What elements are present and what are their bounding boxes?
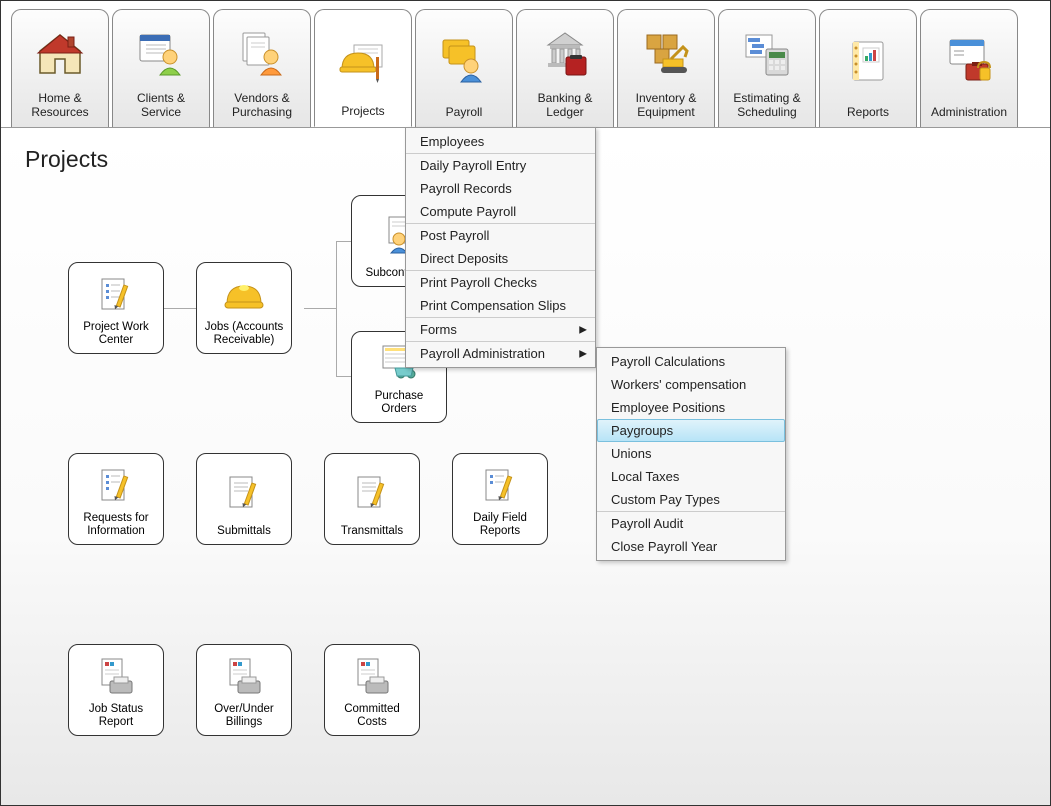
- node-label: Transmittals: [341, 525, 403, 538]
- submenu-unions[interactable]: Unions: [597, 442, 785, 465]
- submenu-employee-positions[interactable]: Employee Positions: [597, 396, 785, 419]
- node-label: Project Work Center: [73, 321, 159, 347]
- report-printer-icon: [95, 656, 137, 698]
- content-area: Projects Project Work Center Jobs (Accou…: [1, 128, 1050, 805]
- node-project-work-center[interactable]: Project Work Center: [68, 262, 164, 354]
- node-committed-costs[interactable]: Committed Costs: [324, 644, 420, 736]
- payroll-menu: Employees Daily Payroll Entry Payroll Re…: [405, 127, 596, 368]
- report-printer-icon: [223, 656, 265, 698]
- tab-reports[interactable]: Reports: [819, 9, 917, 127]
- document-pencil-icon: [95, 465, 137, 507]
- document-pencil-icon: [223, 472, 265, 514]
- submenu-custom-pay-types[interactable]: Custom Pay Types: [597, 488, 785, 511]
- report-printer-icon: [351, 656, 393, 698]
- tab-label: Reports: [847, 105, 889, 119]
- tab-label: Administration: [931, 105, 1007, 119]
- submenu-close-payroll-year[interactable]: Close Payroll Year: [597, 535, 785, 558]
- notebook-icon: [843, 36, 893, 86]
- calendar-person-icon: [136, 29, 186, 79]
- submenu-local-taxes[interactable]: Local Taxes: [597, 465, 785, 488]
- node-label: Jobs (Accounts Receivable): [201, 321, 287, 347]
- tab-label: Inventory &Equipment: [636, 91, 697, 119]
- menu-daily-payroll-entry[interactable]: Daily Payroll Entry: [406, 153, 595, 177]
- main-toolbar: Home &Resources Clients &Service: [1, 1, 1050, 128]
- node-daily-field-reports[interactable]: Daily Field Reports: [452, 453, 548, 545]
- tab-home-resources[interactable]: Home &Resources: [11, 9, 109, 127]
- submenu-payroll-calculations[interactable]: Payroll Calculations: [597, 350, 785, 373]
- node-requests-for-information[interactable]: Requests for Information: [68, 453, 164, 545]
- node-label: Daily Field Reports: [457, 512, 543, 538]
- menu-payroll-admin-label: Payroll Administration: [420, 346, 545, 361]
- node-label: Committed Costs: [329, 703, 415, 729]
- tab-payroll[interactable]: Payroll: [415, 9, 513, 127]
- hardhat-icon: [223, 274, 265, 316]
- tab-inventory-equipment[interactable]: Inventory &Equipment: [617, 9, 715, 127]
- tab-projects[interactable]: Projects: [314, 9, 412, 127]
- payroll-admin-submenu: Payroll Calculations Workers' compensati…: [596, 347, 786, 561]
- bank-ledger-icon: [540, 29, 590, 79]
- node-label: Purchase Orders: [356, 390, 442, 416]
- tab-label: Payroll: [446, 105, 483, 119]
- tab-administration[interactable]: Administration: [920, 9, 1018, 127]
- house-icon: [35, 29, 85, 79]
- tab-label: Banking &Ledger: [538, 91, 593, 119]
- hardhat-blueprint-icon: [338, 35, 388, 85]
- menu-payroll-administration[interactable]: Payroll Administration ▶: [406, 341, 595, 365]
- folders-person-icon: [439, 36, 489, 86]
- document-pencil-icon: [479, 465, 521, 507]
- chevron-right-icon: ▶: [579, 324, 587, 335]
- menu-employees[interactable]: Employees: [406, 130, 595, 153]
- tab-banking-ledger[interactable]: Banking &Ledger: [516, 9, 614, 127]
- menu-direct-deposits[interactable]: Direct Deposits: [406, 247, 595, 270]
- boxes-excavator-icon: [641, 29, 691, 79]
- window-toolbox-lock-icon: [944, 36, 994, 86]
- documents-person-icon: [237, 29, 287, 79]
- node-submittals[interactable]: Submittals: [196, 453, 292, 545]
- tab-label: Clients &Service: [137, 91, 185, 119]
- tab-label: Projects: [341, 104, 384, 118]
- submenu-payroll-audit[interactable]: Payroll Audit: [597, 511, 785, 535]
- document-pencil-icon: [351, 472, 393, 514]
- submenu-paygroups[interactable]: Paygroups: [597, 419, 785, 442]
- tab-vendors-purchasing[interactable]: Vendors &Purchasing: [213, 9, 311, 127]
- menu-forms[interactable]: Forms ▶: [406, 317, 595, 341]
- menu-print-comp-slips[interactable]: Print Compensation Slips: [406, 294, 595, 317]
- chevron-right-icon: ▶: [579, 348, 587, 359]
- menu-post-payroll[interactable]: Post Payroll: [406, 223, 595, 247]
- menu-compute-payroll[interactable]: Compute Payroll: [406, 200, 595, 223]
- tab-estimating-scheduling[interactable]: Estimating &Scheduling: [718, 9, 816, 127]
- node-transmittals[interactable]: Transmittals: [324, 453, 420, 545]
- menu-print-payroll-checks[interactable]: Print Payroll Checks: [406, 270, 595, 294]
- node-job-status-report[interactable]: Job Status Report: [68, 644, 164, 736]
- tab-label: Home &Resources: [31, 91, 88, 119]
- submenu-workers-compensation[interactable]: Workers' compensation: [597, 373, 785, 396]
- node-over-under-billings[interactable]: Over/Under Billings: [196, 644, 292, 736]
- menu-payroll-records[interactable]: Payroll Records: [406, 177, 595, 200]
- tab-clients-service[interactable]: Clients &Service: [112, 9, 210, 127]
- document-pencil-icon: [95, 274, 137, 316]
- gantt-calculator-icon: [742, 29, 792, 79]
- node-jobs-ar[interactable]: Jobs (Accounts Receivable): [196, 262, 292, 354]
- node-label: Job Status Report: [73, 703, 159, 729]
- node-label: Over/Under Billings: [201, 703, 287, 729]
- tab-label: Vendors &Purchasing: [232, 91, 292, 119]
- node-label: Submittals: [217, 525, 271, 538]
- menu-forms-label: Forms: [420, 322, 457, 337]
- tab-label: Estimating &Scheduling: [733, 91, 800, 119]
- node-label: Requests for Information: [73, 512, 159, 538]
